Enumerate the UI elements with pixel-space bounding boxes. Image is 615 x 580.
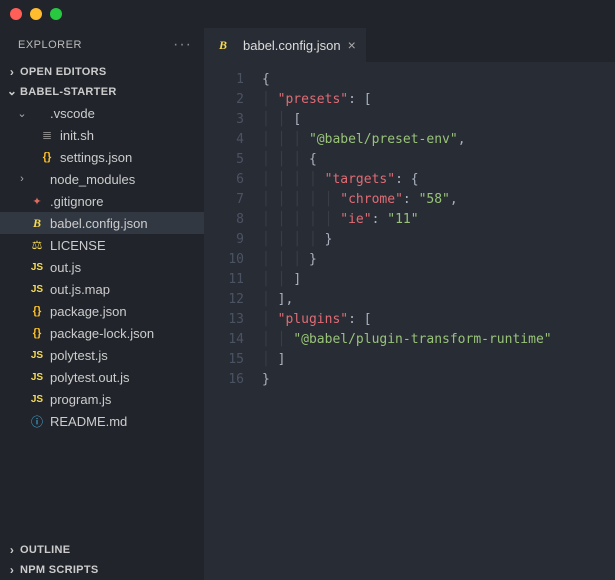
chevron-right-icon: › [4,563,20,577]
window-titlebar [0,0,615,28]
file-label: polytest.out.js [50,370,130,385]
section-project-label: BABEL-STARTER [20,86,117,98]
babel-icon: B [214,38,232,53]
file-tree: ⌄ .vscode ≣ init.sh {} settings.json › node_mod… [0,102,204,540]
file-label: package-lock.json [50,326,154,341]
minimize-window-button[interactable] [30,8,42,20]
folder-item[interactable]: ⌄ .vscode [0,102,204,124]
js-icon: JS [28,372,46,383]
explorer-more-icon[interactable]: ··· [173,36,192,54]
file-label: program.js [50,392,111,407]
file-label: package.json [50,304,127,319]
file-item[interactable]: JS polytest.js [0,344,204,366]
code-lines: {│ "presets": [│ │ [│ │ │ "@babel/preset… [262,70,615,390]
file-label: init.sh [60,128,94,143]
file-item[interactable]: {} package-lock.json [0,322,204,344]
chevron-right-icon: › [4,543,20,557]
file-item[interactable]: ≣ init.sh [0,124,204,146]
chevron-down-icon: ⌄ [16,107,28,120]
section-outline-label: OUTLINE [20,544,70,556]
maximize-window-button[interactable] [50,8,62,20]
file-label: README.md [50,414,127,429]
json-icon: {} [38,151,56,163]
line-gutter: 12345678910111213141516 [204,70,262,390]
license-icon: ⚖ [28,238,46,252]
chevron-right-icon: › [4,65,20,79]
json-icon: {} [28,305,46,317]
file-item[interactable]: JS program.js [0,388,204,410]
file-item[interactable]: Bbabel.config.json [0,212,204,234]
js-icon: JS [28,394,46,405]
file-label: .gitignore [50,194,103,209]
chevron-right-icon: › [16,173,28,185]
js-icon: JS [28,262,46,273]
tabs-bar: B babel.config.json × [204,28,615,62]
tab-label: babel.config.json [243,38,341,53]
file-label: LICENSE [50,238,106,253]
editor-area: B babel.config.json × 123456789101112131… [204,28,615,580]
section-outline[interactable]: › OUTLINE [0,540,204,560]
file-item[interactable]: JS out.js.map [0,278,204,300]
sidebar: EXPLORER ··· › OPEN EDITORS ⌄ BABEL-STAR… [0,28,204,580]
section-project[interactable]: ⌄ BABEL-STARTER [0,82,204,102]
file-item[interactable]: JS polytest.out.js [0,366,204,388]
file-item[interactable]: {} settings.json [0,146,204,168]
section-open-editors-label: OPEN EDITORS [20,66,107,78]
file-item[interactable]: JS out.js [0,256,204,278]
code-editor[interactable]: 12345678910111213141516 {│ "presets": [│… [204,62,615,390]
chevron-down-icon: ⌄ [4,84,20,98]
file-label: node_modules [50,172,135,187]
file-label: out.js.map [50,282,110,297]
folder-item[interactable]: › node_modules [0,168,204,190]
file-label: babel.config.json [50,216,148,231]
explorer-title: EXPLORER [18,39,82,51]
babel-icon: B [28,216,46,231]
tab-babel-config[interactable]: B babel.config.json × [204,28,366,62]
json-icon: {} [28,327,46,339]
git-icon: ✦ [28,195,46,208]
file-item[interactable]: ⓘ README.md [0,410,204,432]
section-npm-scripts-label: NPM SCRIPTS [20,564,98,576]
section-npm-scripts[interactable]: › NPM SCRIPTS [0,560,204,580]
file-label: out.js [50,260,81,275]
file-label: settings.json [60,150,132,165]
close-tab-icon[interactable]: × [348,37,356,53]
js-icon: JS [28,350,46,361]
file-item[interactable]: {} package.json [0,300,204,322]
js-icon: JS [28,284,46,295]
close-window-button[interactable] [10,8,22,20]
file-item[interactable]: ✦ .gitignore [0,190,204,212]
file-item[interactable]: ⚖ LICENSE [0,234,204,256]
file-label: .vscode [50,106,95,121]
sh-icon: ≣ [38,128,56,142]
info-icon: ⓘ [28,413,46,430]
section-open-editors[interactable]: › OPEN EDITORS [0,62,204,82]
file-label: polytest.js [50,348,108,363]
